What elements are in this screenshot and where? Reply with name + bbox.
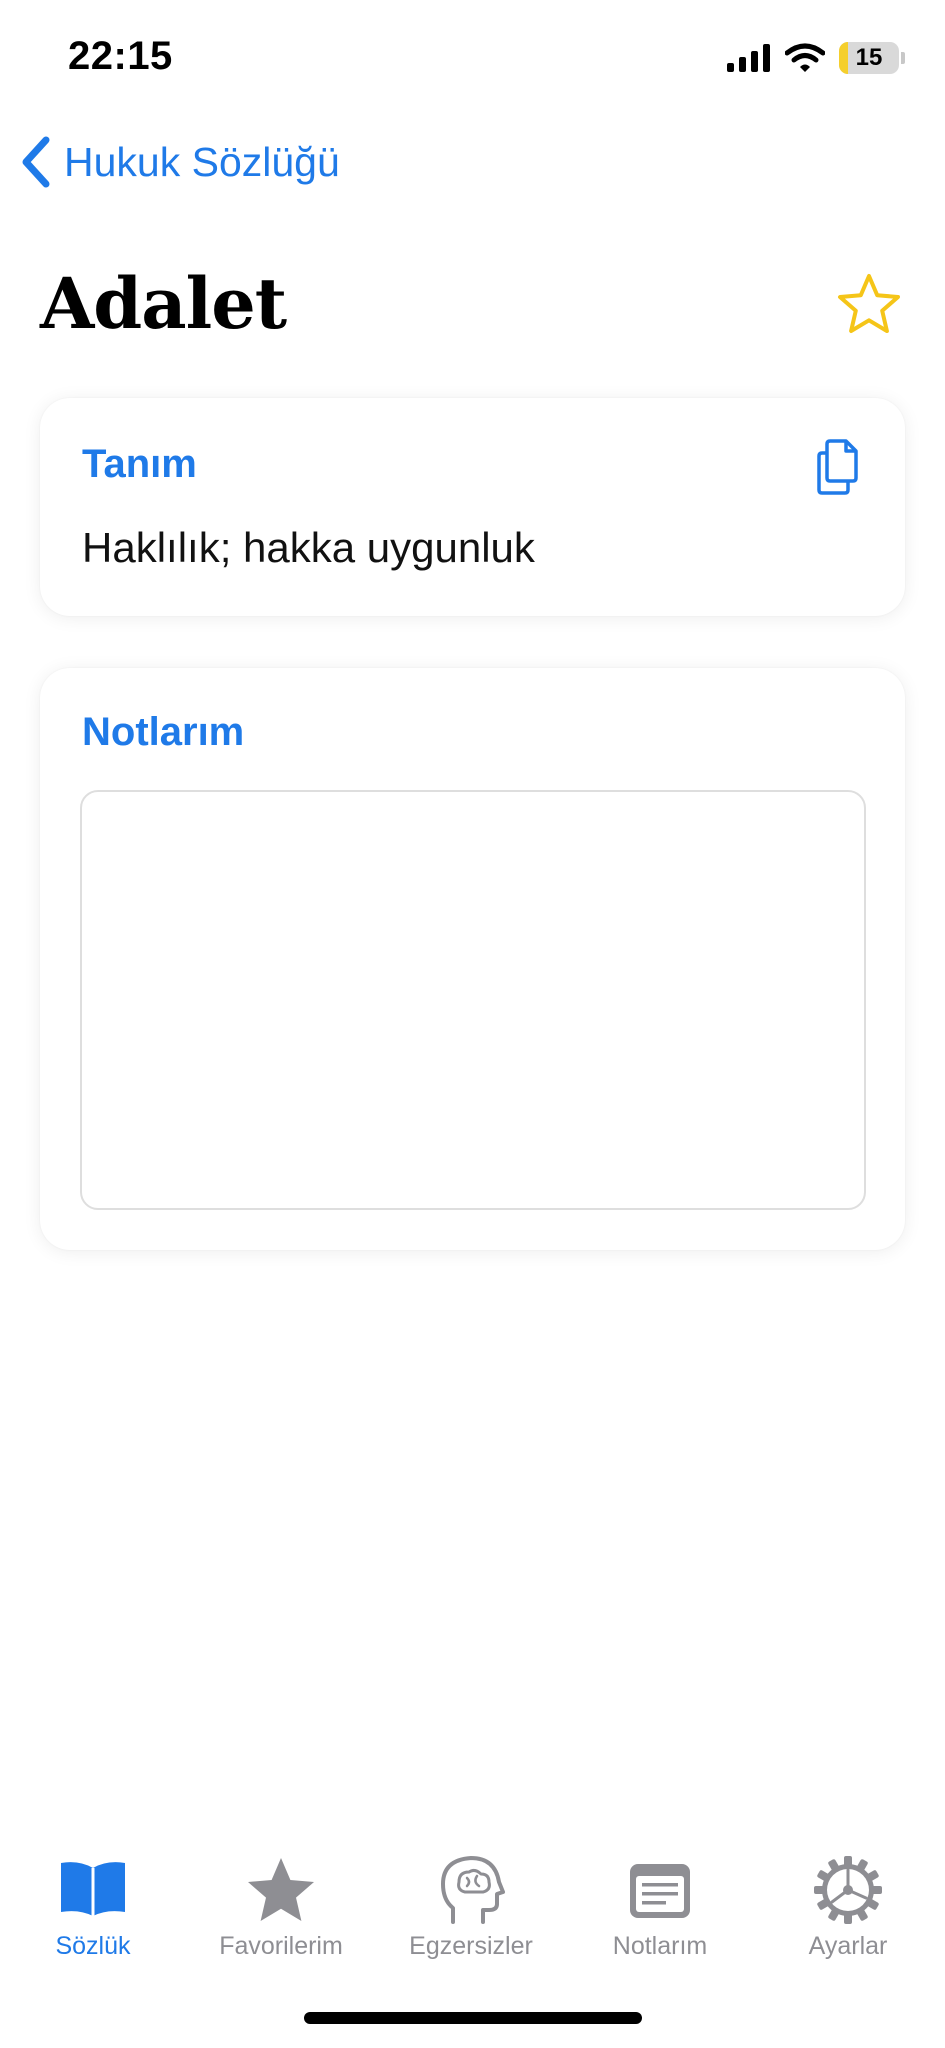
back-button[interactable]: Hukuk Sözlüğü: [18, 132, 340, 192]
tab-label: Sözlük: [55, 1932, 131, 1960]
tab-ayarlar[interactable]: Ayarlar: [763, 1832, 933, 1972]
tab-bar: Sözlük Favorilerim Egzersizler Notlarım …: [0, 1832, 945, 1972]
battery-icon: 15: [839, 42, 905, 74]
tab-label: Favorilerim: [219, 1932, 343, 1960]
status-bar: 22:15 15: [0, 0, 945, 110]
status-icons: 15: [727, 40, 905, 76]
book-icon: [61, 1862, 125, 1916]
page-title: Adalet: [40, 262, 287, 345]
home-indicator: [304, 2012, 642, 2024]
battery-fill: [839, 42, 848, 74]
notes-heading: Notlarım: [82, 710, 245, 754]
tab-sozluk[interactable]: Sözlük: [8, 1832, 178, 1972]
tab-egzersizler[interactable]: Egzersizler: [386, 1832, 556, 1972]
screen: 22:15 15 Hukuk Sözlüğü Adalet Tanım Hakl…: [0, 0, 945, 2048]
battery-nub: [901, 52, 905, 64]
definition-heading: Tanım: [82, 442, 197, 486]
star-icon: [248, 1858, 314, 1921]
cellular-signal-icon: [727, 44, 770, 72]
tab-label: Notlarım: [612, 1932, 708, 1960]
definition-card: Tanım Haklılık; hakka uygunluk: [40, 398, 905, 616]
brain-head-icon: [441, 1856, 505, 1924]
tab-notlarim[interactable]: Notlarım: [575, 1832, 745, 1972]
wifi-icon: [785, 43, 825, 72]
notes-input[interactable]: [80, 790, 866, 1210]
tab-favorilerim[interactable]: Favorilerim: [196, 1832, 366, 1972]
tab-label: Egzersizler: [409, 1932, 533, 1960]
chevron-left-icon: [22, 136, 50, 188]
note-icon: [630, 1864, 690, 1918]
battery-level: 15: [855, 44, 883, 71]
back-button-label: Hukuk Sözlüğü: [64, 138, 340, 185]
gear-icon: [814, 1856, 882, 1924]
star-outline-icon[interactable]: [836, 272, 902, 338]
battery: 15: [839, 42, 899, 74]
status-time: 22:15: [68, 34, 173, 78]
definition-text: Haklılık; hakka uygunluk: [82, 524, 535, 571]
copy-icon[interactable]: [813, 438, 865, 496]
tab-label: Ayarlar: [808, 1932, 888, 1960]
notes-card: Notlarım: [40, 668, 905, 1250]
